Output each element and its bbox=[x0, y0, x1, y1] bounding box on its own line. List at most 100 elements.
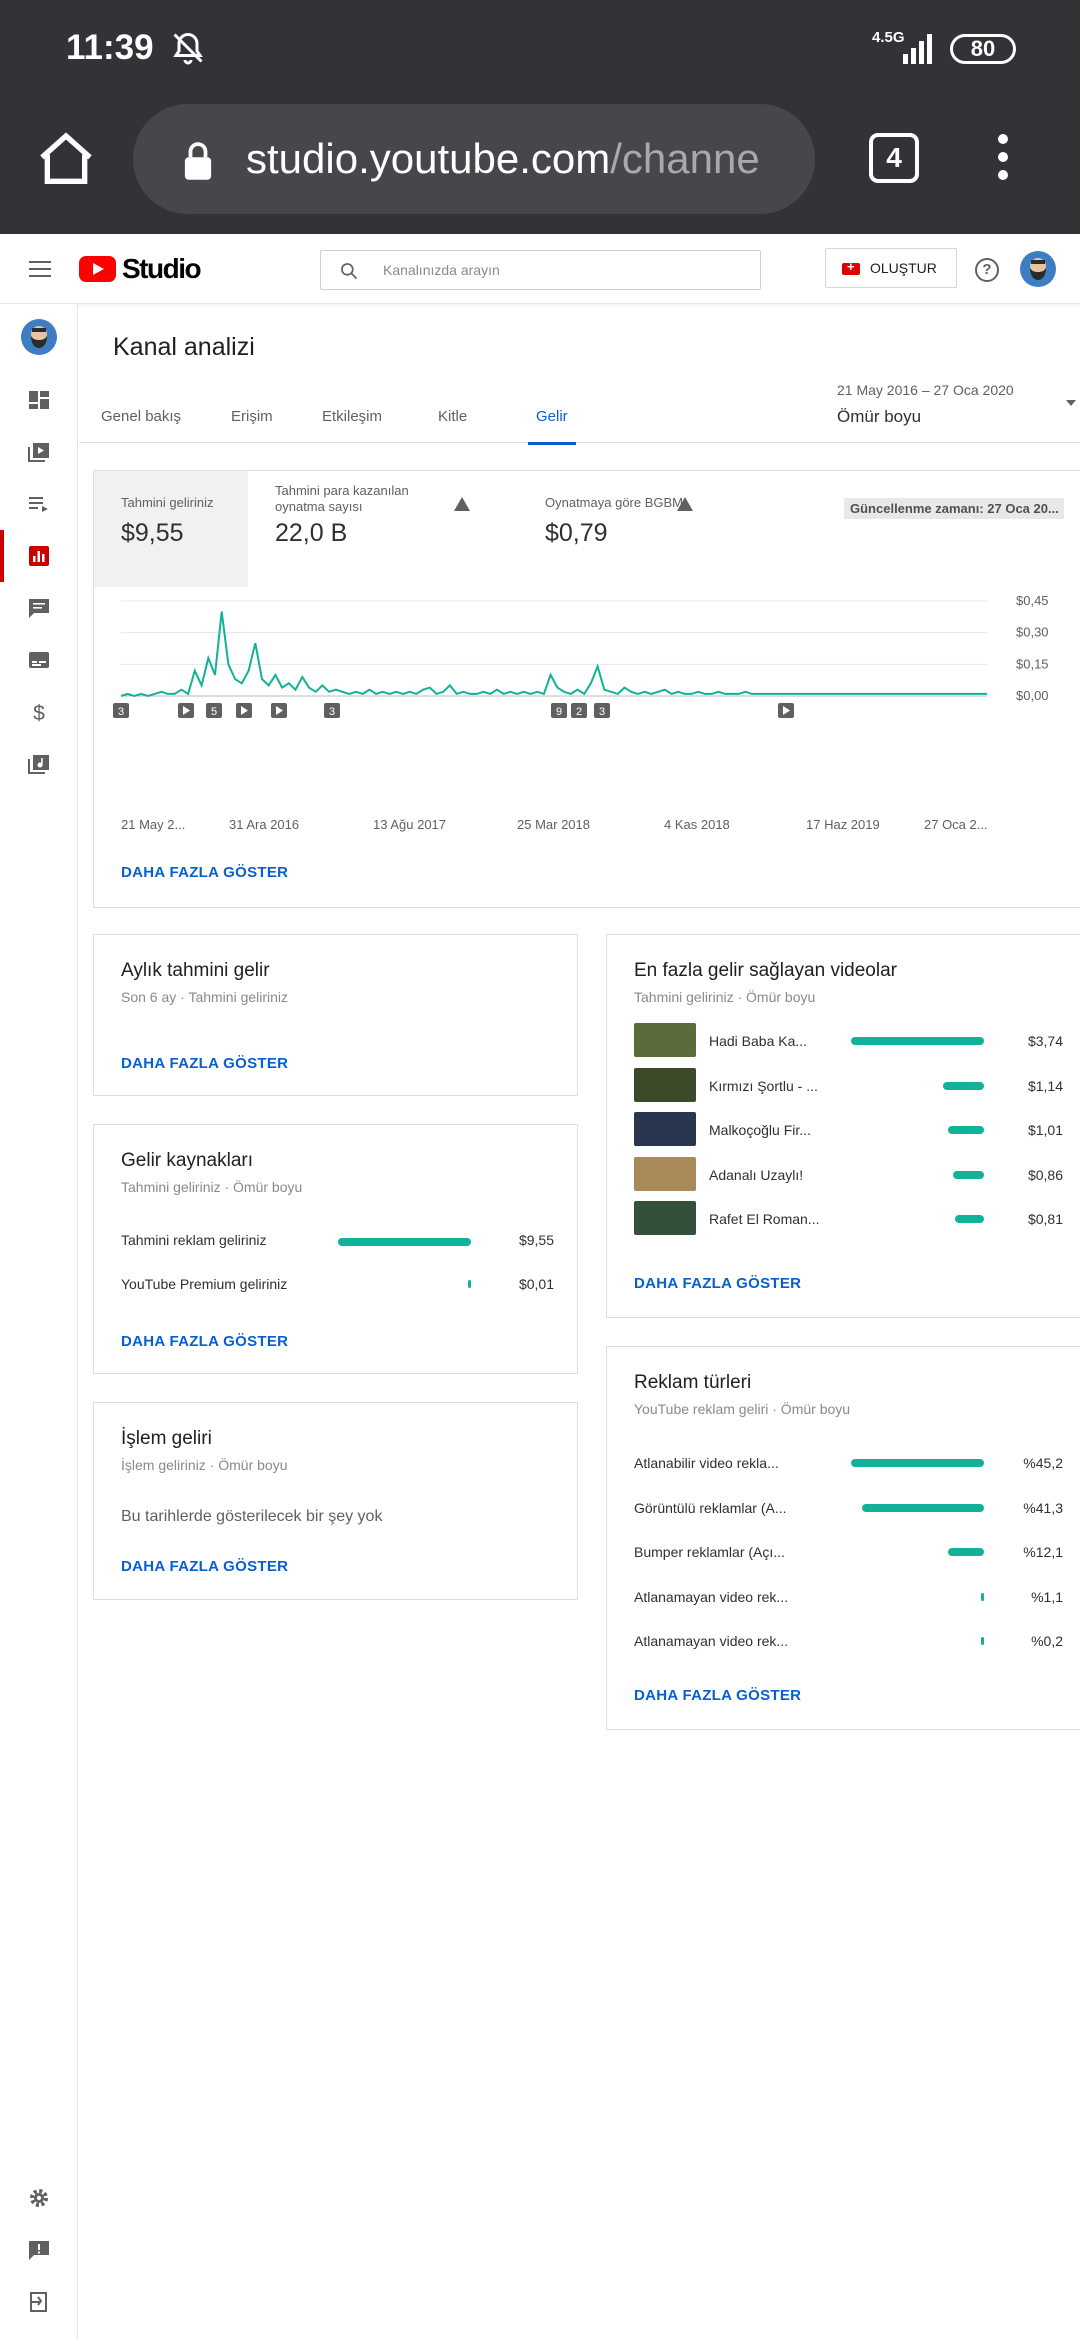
nav-audio-library[interactable] bbox=[0, 738, 78, 790]
ad-type-label: Atlanamayan video rek... bbox=[634, 1588, 789, 1605]
subtitles-icon bbox=[29, 652, 49, 668]
show-more-link[interactable]: DAHA FAZLA GÖSTER bbox=[121, 864, 288, 881]
ad-type-value: %1,1 bbox=[1031, 1588, 1063, 1605]
ad-type-bar bbox=[851, 1459, 984, 1467]
video-title: Rafet El Roman... bbox=[709, 1211, 820, 1227]
metric-label: Tahmini para kazanılan oynatma sayısı bbox=[275, 483, 409, 514]
warning-icon bbox=[454, 497, 470, 511]
video-revenue-value: $3,74 bbox=[1027, 1033, 1063, 1049]
date-range-text[interactable]: 21 May 2016 – 27 Oca 2020 bbox=[837, 382, 1014, 398]
source-label: YouTube Premium geliriniz bbox=[121, 1276, 288, 1292]
feedback-icon bbox=[29, 2241, 49, 2260]
annotation-count: 3 bbox=[599, 706, 605, 718]
create-label: OLUŞTUR bbox=[870, 260, 937, 276]
exit-icon bbox=[30, 2292, 47, 2312]
annotation-count: 2 bbox=[576, 706, 582, 718]
card-subtitle: YouTube reklam geliri · Ömür boyu bbox=[634, 1401, 851, 1417]
tab-audience[interactable]: Kitle bbox=[438, 408, 467, 425]
ad-type-value: %12,1 bbox=[1023, 1544, 1063, 1560]
search-box[interactable] bbox=[320, 250, 761, 290]
url-text: studio.youtube.com/channe bbox=[246, 135, 760, 183]
show-more-link[interactable]: DAHA FAZLA GÖSTER bbox=[121, 1333, 288, 1350]
show-more-link[interactable]: DAHA FAZLA GÖSTER bbox=[121, 1558, 288, 1575]
nav-subtitles[interactable] bbox=[0, 634, 78, 686]
video-thumbnail bbox=[634, 1112, 696, 1146]
home-icon[interactable] bbox=[34, 128, 98, 192]
tab-revenue[interactable]: Gelir bbox=[528, 408, 576, 445]
nav-videos[interactable] bbox=[0, 426, 78, 478]
ad-type-value: %41,3 bbox=[1023, 1499, 1063, 1516]
ad-type-value: %0,2 bbox=[1031, 1633, 1063, 1649]
metric-monetized-playbacks[interactable]: Tahmini para kazanılan oynatma sayısı 22… bbox=[248, 471, 518, 587]
nav-monetization[interactable]: $ bbox=[0, 686, 78, 738]
ad-type-bar bbox=[980, 1592, 984, 1601]
show-more-link[interactable]: DAHA FAZLA GÖSTER bbox=[634, 1687, 801, 1704]
metric-label: Tahmini geliriniz bbox=[121, 495, 214, 510]
metric-playback-cpm[interactable]: Oynatmaya göre BGBM $0,79 bbox=[518, 471, 798, 587]
more-options-icon[interactable] bbox=[990, 130, 1016, 190]
tab-switcher-button[interactable]: 4 bbox=[869, 133, 919, 183]
tab-overview[interactable]: Genel bakış bbox=[101, 408, 181, 425]
x-tick: 31 Ara 2016 bbox=[229, 817, 300, 832]
nav-creator-studio-classic[interactable] bbox=[0, 2276, 78, 2328]
nav-analytics[interactable] bbox=[0, 530, 78, 582]
card-subtitle: İşlem geliriniz · Ömür boyu bbox=[121, 1457, 288, 1473]
card-subtitle: Son 6 ay · Tahmini geliriniz bbox=[121, 989, 289, 1005]
show-more-link[interactable]: DAHA FAZLA GÖSTER bbox=[121, 1055, 288, 1072]
revenue-overview-card: Tahmini geliriniz $9,55 Tahmini para kaz… bbox=[93, 470, 1080, 908]
browser-toolbar: studio.youtube.com/channe 4 bbox=[0, 100, 1080, 234]
nav-playlists[interactable] bbox=[0, 478, 78, 530]
ad-type-label: Görüntülü reklamlar (A... bbox=[634, 1499, 787, 1516]
empty-state-text: Bu tarihlerde gösterilecek bir şey yok bbox=[121, 1508, 383, 1525]
metric-estimated-revenue[interactable]: Tahmini geliriniz $9,55 bbox=[94, 471, 248, 587]
metric-label: Oynatmaya göre BGBM bbox=[545, 495, 683, 510]
help-icon[interactable]: ? bbox=[975, 258, 999, 282]
tab-reach[interactable]: Erişim bbox=[231, 408, 273, 425]
video-thumbnail bbox=[634, 1023, 696, 1057]
nav-comments[interactable] bbox=[0, 582, 78, 634]
warning-icon bbox=[677, 497, 693, 511]
logo-text: Studio bbox=[122, 253, 202, 284]
tab-engagement[interactable]: Etkileşim bbox=[322, 408, 382, 425]
x-tick: 25 Mar 2018 bbox=[517, 817, 590, 832]
x-tick: 4 Kas 2018 bbox=[664, 817, 730, 832]
ad-type-bar bbox=[862, 1503, 984, 1512]
nav-dashboard[interactable] bbox=[0, 374, 78, 426]
revenue-series-line bbox=[120, 611, 987, 698]
battery-indicator: 80 bbox=[950, 34, 1016, 64]
address-bar[interactable]: studio.youtube.com/channe bbox=[133, 104, 815, 214]
video-revenue-value: $0,86 bbox=[1027, 1166, 1063, 1183]
card-subtitle: Tahmini geliriniz · Ömür boyu bbox=[634, 989, 816, 1005]
x-tick: 17 Haz 2019 bbox=[806, 817, 880, 832]
metric-value: 22,0 B bbox=[275, 519, 348, 547]
chevron-down-icon[interactable] bbox=[1066, 400, 1076, 406]
audio-library-icon bbox=[28, 755, 49, 774]
x-tick: 13 Ağu 2017 bbox=[373, 817, 447, 832]
video-revenue-bar bbox=[953, 1170, 984, 1179]
ad-type-label: Atlanabilir video rekla... bbox=[634, 1455, 779, 1471]
create-button[interactable]: OLUŞTUR bbox=[825, 248, 957, 288]
hamburger-menu-icon[interactable] bbox=[29, 261, 51, 277]
notifications-off-icon bbox=[173, 32, 203, 65]
avatar[interactable] bbox=[1020, 251, 1056, 287]
search-icon bbox=[341, 263, 358, 280]
card-title: En fazla gelir sağlayan videolar bbox=[634, 960, 897, 981]
video-title: Kırmızı Şortlu - ... bbox=[709, 1077, 818, 1094]
ad-types-card: Reklam türleri YouTube reklam geliri · Ö… bbox=[606, 1346, 1080, 1730]
page-title: Kanal analizi bbox=[113, 333, 255, 361]
monthly-revenue-card: Aylık tahmini gelir Son 6 ay · Tahmini g… bbox=[93, 934, 578, 1096]
dollar-icon: $ bbox=[33, 702, 45, 723]
card-title: Reklam türleri bbox=[634, 1372, 752, 1393]
nav-feedback[interactable] bbox=[0, 2224, 78, 2276]
channel-avatar[interactable] bbox=[21, 319, 57, 355]
playlist-icon bbox=[29, 497, 48, 512]
show-more-link[interactable]: DAHA FAZLA GÖSTER bbox=[634, 1275, 801, 1292]
ad-type-bar bbox=[948, 1548, 984, 1556]
date-range-label[interactable]: Ömür boyu bbox=[837, 407, 921, 427]
annotation-count: 3 bbox=[329, 706, 335, 718]
revenue-chart: $0,45 $0,30 $0,15 $0,00 3 5 3 9 2 3 bbox=[113, 596, 1049, 718]
source-value: $9,55 bbox=[518, 1232, 554, 1248]
nav-settings[interactable] bbox=[0, 2172, 78, 2224]
search-input[interactable] bbox=[383, 251, 743, 289]
video-revenue-bar bbox=[943, 1081, 984, 1090]
